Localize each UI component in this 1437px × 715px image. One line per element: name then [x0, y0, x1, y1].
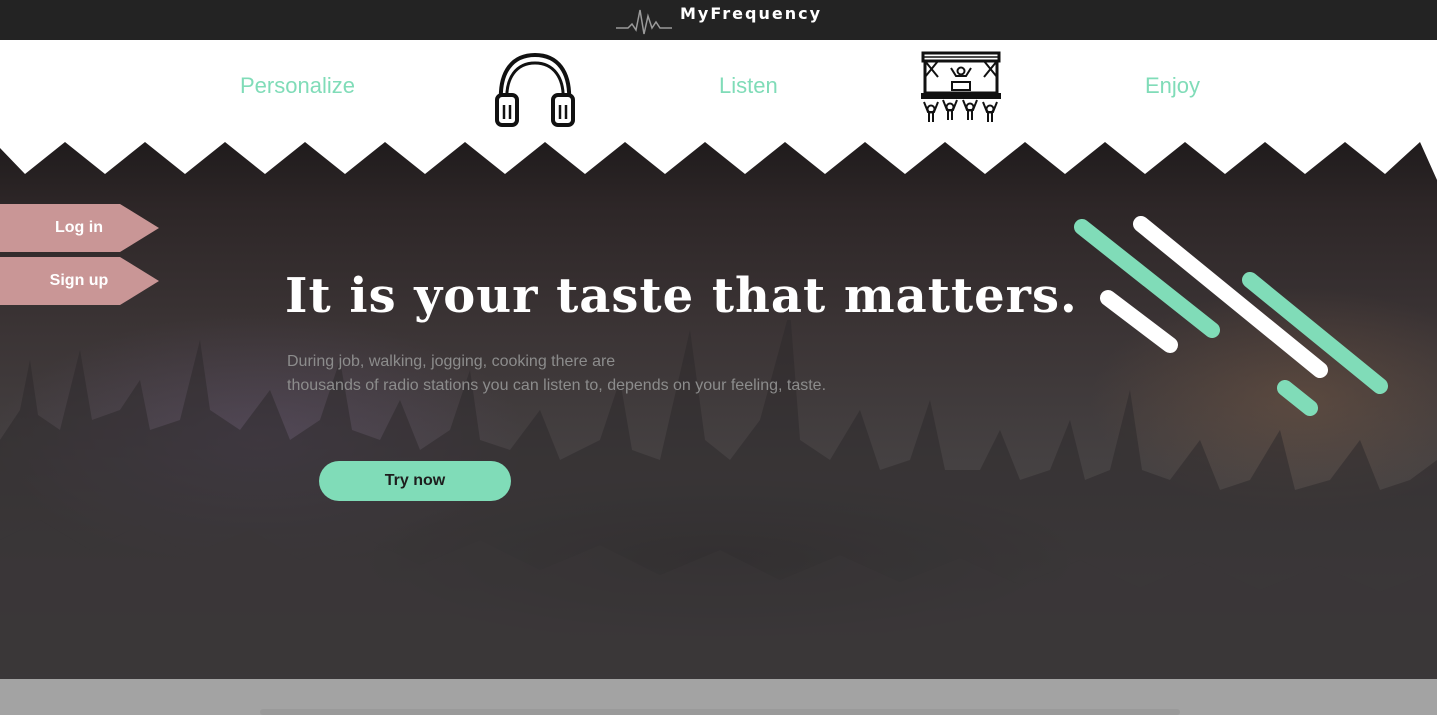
nav-listen[interactable]: Listen — [719, 73, 778, 99]
hero-description: During job, walking, jogging, cooking th… — [287, 350, 887, 398]
headphones-icon — [495, 52, 575, 127]
nav-personalize[interactable]: Personalize — [240, 73, 355, 99]
signup-label: Sign up — [49, 272, 109, 289]
hero-headline: It is your taste that matters. — [285, 268, 1078, 324]
hero-section: Log in Sign up It is your taste that mat… — [0, 140, 1437, 680]
hero-description-line-1: During job, walking, jogging, cooking th… — [287, 353, 616, 370]
login-label: Log in — [55, 219, 103, 236]
feature-nav: Personalize Listen Enjoy — [0, 40, 1437, 140]
brand-name[interactable]: MyFrequency — [680, 4, 822, 23]
pulse-icon — [616, 9, 672, 35]
next-section-strip — [0, 679, 1437, 715]
concert-stage-icon — [921, 51, 1001, 122]
diagonal-stripes-icon — [1074, 216, 1388, 416]
next-section-shadow — [260, 709, 1180, 715]
zigzag-divider — [0, 140, 1437, 180]
try-now-button[interactable]: Try now — [319, 461, 511, 501]
hero-description-line-2: thousands of radio stations you can list… — [287, 377, 827, 394]
nav-enjoy[interactable]: Enjoy — [1145, 73, 1200, 99]
top-bar: MyFrequency — [0, 0, 1437, 40]
